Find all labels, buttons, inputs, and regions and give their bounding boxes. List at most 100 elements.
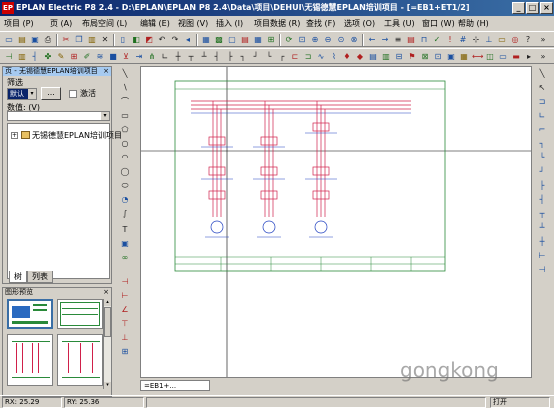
polygon-icon[interactable]: ⬠ — [119, 124, 131, 136]
zoom-fit-icon[interactable]: ⊙ — [335, 34, 347, 46]
orth-icon[interactable]: ⊥ — [483, 34, 495, 46]
maximize-button[interactable]: □ — [526, 2, 539, 14]
connect-icon[interactable]: ⊓ — [418, 34, 430, 46]
check-icon[interactable]: ✓ — [431, 34, 443, 46]
zoom-out-icon[interactable]: ⊖ — [322, 34, 334, 46]
menu-page[interactable]: 页 (A) — [50, 17, 72, 30]
close-icon[interactable]: × — [102, 67, 110, 76]
chevron-down-icon[interactable]: ▾ — [28, 89, 36, 99]
menu-tools[interactable]: 工具 (U) — [384, 17, 415, 30]
menu-project[interactable]: 项目 (P) — [4, 17, 34, 30]
preview-thumb-1[interactable] — [7, 299, 53, 329]
open-icon[interactable]: ▤ — [16, 34, 28, 46]
tool-r5-icon[interactable]: ⌐ — [536, 124, 548, 136]
dim-aligned-icon[interactable]: ⊢ — [119, 290, 131, 302]
tool-r10-icon[interactable]: ┤ — [536, 194, 548, 206]
pen-icon[interactable]: ✐ — [81, 51, 93, 63]
part-icon[interactable]: ⊟ — [393, 51, 405, 63]
document-tab[interactable]: =EB1+... — [140, 380, 210, 391]
property-icon[interactable]: ▤ — [239, 34, 251, 46]
tool-r14-icon[interactable]: ⊢ — [536, 250, 548, 262]
layout-icon[interactable]: ▭ — [497, 51, 509, 63]
tee-down-icon[interactable]: ┴ — [198, 51, 210, 63]
dimension-icon[interactable]: ⟷ — [471, 51, 483, 63]
input-box-icon[interactable]: ▭ — [496, 34, 508, 46]
circle2-icon[interactable]: ◯ — [119, 166, 131, 178]
menu-options[interactable]: 选项 (O) — [344, 17, 375, 30]
forward-icon[interactable]: → — [379, 34, 391, 46]
tee-icon[interactable]: ┬ — [185, 51, 197, 63]
app-icon[interactable]: EP — [2, 2, 14, 14]
more-tools-icon[interactable]: ▸ — [523, 51, 535, 63]
tree-item-project[interactable]: 无锡德慧EPLAN培训项目 — [32, 130, 122, 141]
zoom-window-icon[interactable]: ⊡ — [296, 34, 308, 46]
interruption-icon[interactable]: ⇥ — [133, 51, 145, 63]
new-icon[interactable]: ▭ — [3, 34, 15, 46]
snap-icon[interactable]: ⊹ — [470, 34, 482, 46]
menu-layout-space[interactable]: 布局空间 (L) — [82, 17, 127, 30]
menu-window[interactable]: 窗口 (W) — [422, 17, 455, 30]
overflow2-icon[interactable]: » — [537, 51, 549, 63]
menu-insert[interactable]: 插入 (I) — [216, 17, 243, 30]
symbol-icon[interactable]: ⊞ — [265, 34, 277, 46]
scroll-up-icon[interactable]: ▴ — [104, 299, 111, 306]
dim-chain-icon[interactable]: ⊥ — [119, 332, 131, 344]
minimize-button[interactable]: _ — [512, 2, 525, 14]
device-icon[interactable]: ▥ — [16, 51, 28, 63]
close-button[interactable]: × — [540, 2, 553, 14]
hyperlink-icon[interactable]: ∞ — [119, 252, 131, 264]
preview-thumb-3[interactable] — [7, 334, 53, 386]
dim-linear-icon[interactable]: ⊣ — [119, 276, 131, 288]
filter-more-button[interactable]: ... — [41, 87, 61, 100]
dim-radius-icon[interactable]: ⊤ — [119, 318, 131, 330]
menu-edit[interactable]: 编辑 (E) — [140, 17, 170, 30]
filter-combo[interactable]: 默认 ▾ — [7, 88, 37, 100]
corner4-icon[interactable]: ┌ — [276, 51, 288, 63]
device-list-icon[interactable]: ▤ — [367, 51, 379, 63]
jumper-icon[interactable]: ⊏ — [289, 51, 301, 63]
tool-r4-icon[interactable]: ∟ — [536, 110, 548, 122]
ellipse-icon[interactable]: ⬭ — [119, 180, 131, 192]
zoom-icon[interactable]: ⊗ — [348, 34, 360, 46]
tool-r2-icon[interactable]: ↖ — [536, 82, 548, 94]
refresh-icon[interactable]: ⟳ — [283, 34, 295, 46]
prev-page-icon[interactable]: ◂ — [182, 34, 194, 46]
preview-scrollbar[interactable]: ▴ ▾ — [103, 299, 111, 389]
print-icon[interactable]: ⎙ — [42, 34, 54, 46]
mounting-icon[interactable]: ▦ — [458, 51, 470, 63]
symbol-red2-icon[interactable]: ◆ — [354, 51, 366, 63]
net-icon[interactable]: ∿ — [315, 51, 327, 63]
error-icon[interactable]: ! — [444, 34, 456, 46]
close-icon[interactable]: × — [102, 288, 110, 297]
frame-icon[interactable]: ▢ — [226, 34, 238, 46]
tool-r9-icon[interactable]: ├ — [536, 180, 548, 192]
tool-r13-icon[interactable]: ┼ — [536, 236, 548, 248]
wire-icon[interactable]: ┤ — [29, 51, 41, 63]
page-icon[interactable]: ▯ — [117, 34, 129, 46]
pointer-icon[interactable]: ╲ — [119, 68, 131, 80]
active-checkbox[interactable] — [69, 90, 77, 98]
connection-icon[interactable]: ⋔ — [146, 51, 158, 63]
menu-project-data[interactable]: 项目数据 (R) — [254, 17, 300, 30]
menu-view[interactable]: 视图 (V) — [178, 17, 208, 30]
break-icon[interactable]: ⊐ — [302, 51, 314, 63]
potential-icon[interactable]: ⊻ — [120, 51, 132, 63]
chevron-down-icon[interactable]: ▾ — [101, 112, 109, 120]
back-icon[interactable]: ← — [366, 34, 378, 46]
corner-icon[interactable]: ┐ — [237, 51, 249, 63]
paste-icon[interactable]: ▥ — [86, 34, 98, 46]
zoom-in-icon[interactable]: ⊕ — [309, 34, 321, 46]
schematic-canvas[interactable] — [140, 66, 532, 378]
angle-icon[interactable]: ∟ — [159, 51, 171, 63]
cabinet-icon[interactable]: ▣ — [445, 51, 457, 63]
spline-icon[interactable]: ∫ — [119, 208, 131, 220]
redo-icon[interactable]: ↷ — [169, 34, 181, 46]
wrench-icon[interactable]: ✎ — [55, 51, 67, 63]
tab-list[interactable]: 列表 — [27, 271, 53, 283]
tool-r11-icon[interactable]: ┬ — [536, 208, 548, 220]
tool-r15-icon[interactable]: ⊣ — [536, 264, 548, 276]
line-icon[interactable]: ∖ — [119, 82, 131, 94]
symbol-red-icon[interactable]: ♦ — [341, 51, 353, 63]
grid-icon[interactable]: ▩ — [213, 34, 225, 46]
bus-icon[interactable]: ⊡ — [432, 51, 444, 63]
